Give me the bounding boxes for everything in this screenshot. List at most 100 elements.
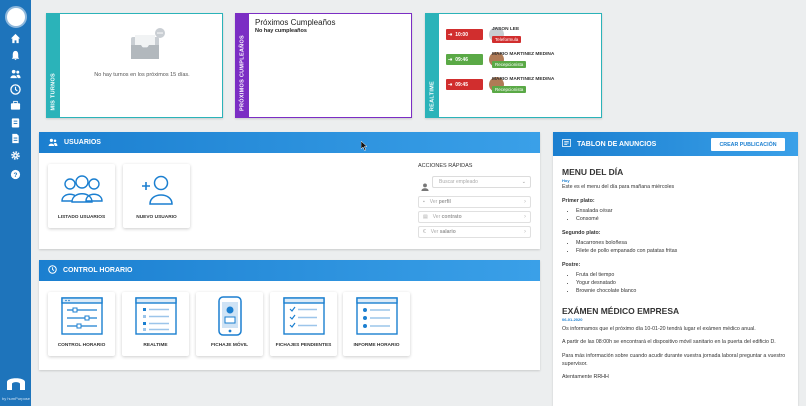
sidebar: ? by humPurpose xyxy=(0,0,31,406)
fichaje-movil-tile[interactable]: FICHAJE MÓVIL xyxy=(196,292,263,356)
usuarios-header: USUARIOS xyxy=(39,132,540,153)
list-item: Brownie chocolate blanco xyxy=(576,288,794,296)
tile-label: NUEVO USUARIO xyxy=(136,215,177,220)
realtime-tile[interactable]: REALTIME xyxy=(122,292,189,356)
usuarios-title: USUARIOS xyxy=(64,139,101,146)
mobile-phone-icon xyxy=(217,296,242,336)
brand-byline: by humPurpose xyxy=(2,396,31,401)
door-icon: ⇥ xyxy=(448,56,453,63)
bell-icon[interactable] xyxy=(0,48,31,62)
menu-title: MENU DEL DÍA xyxy=(562,167,624,177)
cumpleanos-bar: PRÓXIMOS CUMPLEAÑOS xyxy=(236,14,249,117)
fichajes-pendientes-tile[interactable]: FICHAJES PENDIENTES xyxy=(270,292,337,356)
tile-label: INFORME HORARIO xyxy=(353,343,400,348)
second-course-label: Segundo plato: xyxy=(562,229,601,236)
role-badge: Recepcionista xyxy=(492,86,527,93)
realtime-icon xyxy=(134,297,177,335)
crear-publicacion-button[interactable]: CREAR PUBLICACIÓN xyxy=(711,138,785,151)
announcements-list: MENU DEL DÍA Hoy Este es el menu del día… xyxy=(562,162,794,382)
employee-name: MARIO MARTINEZ MEDINA xyxy=(492,77,555,82)
list-item: Fruta del tiempo xyxy=(576,272,794,280)
tile-label: CONTROL HORARIO xyxy=(57,343,106,348)
users-icon[interactable] xyxy=(0,66,31,80)
dessert-label: Postre: xyxy=(562,261,581,268)
clock-icon[interactable] xyxy=(0,82,31,96)
list-item: Macarrones boloñesa xyxy=(576,240,794,248)
pending-list-icon xyxy=(282,297,325,335)
brand-logo xyxy=(7,378,25,390)
user-card-icon: ▪ xyxy=(423,199,425,205)
clock-in-time: ⇥ 09:46 xyxy=(446,54,483,65)
nuevo-usuario-tile[interactable]: NUEVO USUARIO xyxy=(123,164,190,228)
chevron-right-icon: › xyxy=(524,214,526,220)
euro-icon: € xyxy=(423,229,426,235)
report-icon xyxy=(355,297,398,335)
document-icon[interactable] xyxy=(0,131,31,145)
employee-name: MARIO MARTINEZ MEDINA xyxy=(492,52,555,57)
chevron-down-icon: ⌄ xyxy=(521,179,526,185)
control-horario-title: CONTROL HORARIO xyxy=(63,267,133,274)
control-horario-icon xyxy=(60,297,103,335)
users-icon xyxy=(48,138,58,148)
control-horario-tile[interactable]: CONTROL HORARIO xyxy=(48,292,115,356)
exam-title: EXÁMEN MÉDICO EMPRESA xyxy=(562,305,680,316)
briefcase-icon[interactable] xyxy=(0,98,31,112)
announcement-icon xyxy=(562,139,571,149)
tile-label: FICHAJES PENDIENTES xyxy=(275,343,332,348)
control-horario-panel: CONTROL HORARIO CONTROL HORARIO REALTIME xyxy=(39,260,540,370)
chevron-right-icon: › xyxy=(524,199,526,205)
mouse-cursor-icon xyxy=(361,141,368,151)
ver-contrato-action[interactable]: ▤ Ver contrato › xyxy=(418,211,531,223)
search-employee-input[interactable]: Buscar empleado ⌄ xyxy=(432,176,531,188)
exam-date: 06-01-2020 xyxy=(562,316,583,322)
clock-in-time: ⇥ 09:45 xyxy=(446,79,483,90)
svg-text:?: ? xyxy=(14,171,18,178)
first-course-label: Primer plato: xyxy=(562,197,595,204)
cumpleanos-subtitle: No hay cumpleaños xyxy=(255,28,307,34)
user-avatar[interactable] xyxy=(5,6,27,28)
help-icon[interactable]: ? xyxy=(0,167,31,181)
listado-usuarios-tile[interactable]: LISTADO USUARIOS xyxy=(48,164,115,228)
door-icon: ⇥ xyxy=(448,81,453,88)
tile-label: LISTADO USUARIOS xyxy=(57,215,106,220)
door-icon: ⇥ xyxy=(448,31,453,38)
role-badge: Recepcionista xyxy=(492,61,527,68)
employee-name: JASON LEE xyxy=(492,27,520,32)
mis-turnos-card: MIS TURNOS No hay turnos en los próximos… xyxy=(46,13,223,118)
group-icon xyxy=(60,175,103,203)
list-item: Ensalada césar xyxy=(576,208,794,216)
person-icon xyxy=(421,178,429,191)
quick-actions-title: ACCIONES RÁPIDAS xyxy=(418,163,473,169)
clock-icon xyxy=(48,265,57,276)
realtime-card: REALTIME ⇥ 10:00 JASON LEE Teleformula ⇥ 0… xyxy=(425,13,602,118)
exam-paragraph: Os informamos que el próximo día 10-01-2… xyxy=(562,325,756,332)
gear-icon[interactable] xyxy=(0,148,31,162)
mis-turnos-bar: MIS TURNOS xyxy=(47,14,60,117)
chevron-right-icon: › xyxy=(524,229,526,235)
realtime-bar: REALTIME xyxy=(426,14,439,117)
clock-in-time: ⇥ 10:00 xyxy=(446,29,483,40)
exam-paragraph: A partir de las 08:00h se encontrará el … xyxy=(562,339,776,346)
exam-paragraph: Para más información sobre cuando acudir… xyxy=(562,352,786,367)
tablon-panel: TABLON DE ANUNCIOS CREAR PUBLICACIÓN MEN… xyxy=(553,132,798,406)
cumpleanos-card: PRÓXIMOS CUMPLEAÑOS Próximos Cumpleaños … xyxy=(235,13,412,118)
ver-salario-action[interactable]: € Ver salario › xyxy=(418,226,531,238)
add-user-icon xyxy=(141,175,173,205)
tile-label: FICHAJE MÓVIL xyxy=(210,343,249,348)
list-item: Consomé xyxy=(576,216,794,224)
empty-inbox-icon xyxy=(131,28,165,59)
exam-paragraph: Atentamente RRHH xyxy=(562,374,609,381)
list-item: Yogur desnatado xyxy=(576,280,794,288)
list-item: Filete de pollo empanado con patatas fri… xyxy=(576,248,794,256)
cumpleanos-title: Próximos Cumpleaños xyxy=(255,18,336,27)
role-badge: Teleformula xyxy=(492,36,522,43)
clipboard-icon[interactable] xyxy=(0,115,31,129)
tablon-title: TABLON DE ANUNCIOS xyxy=(577,140,657,148)
no-shifts-text: No hay turnos en los próximos 15 días. xyxy=(94,72,190,78)
menu-intro: Este es el menu del día para mañana miér… xyxy=(562,184,675,191)
informe-horario-tile[interactable]: INFORME HORARIO xyxy=(343,292,410,356)
tile-label: REALTIME xyxy=(143,343,168,348)
home-icon[interactable] xyxy=(0,31,31,45)
ver-perfil-action[interactable]: ▪ Ver perfil › xyxy=(418,196,531,208)
cumpleanos-label: PRÓXIMOS CUMPLEAÑOS xyxy=(239,35,246,111)
